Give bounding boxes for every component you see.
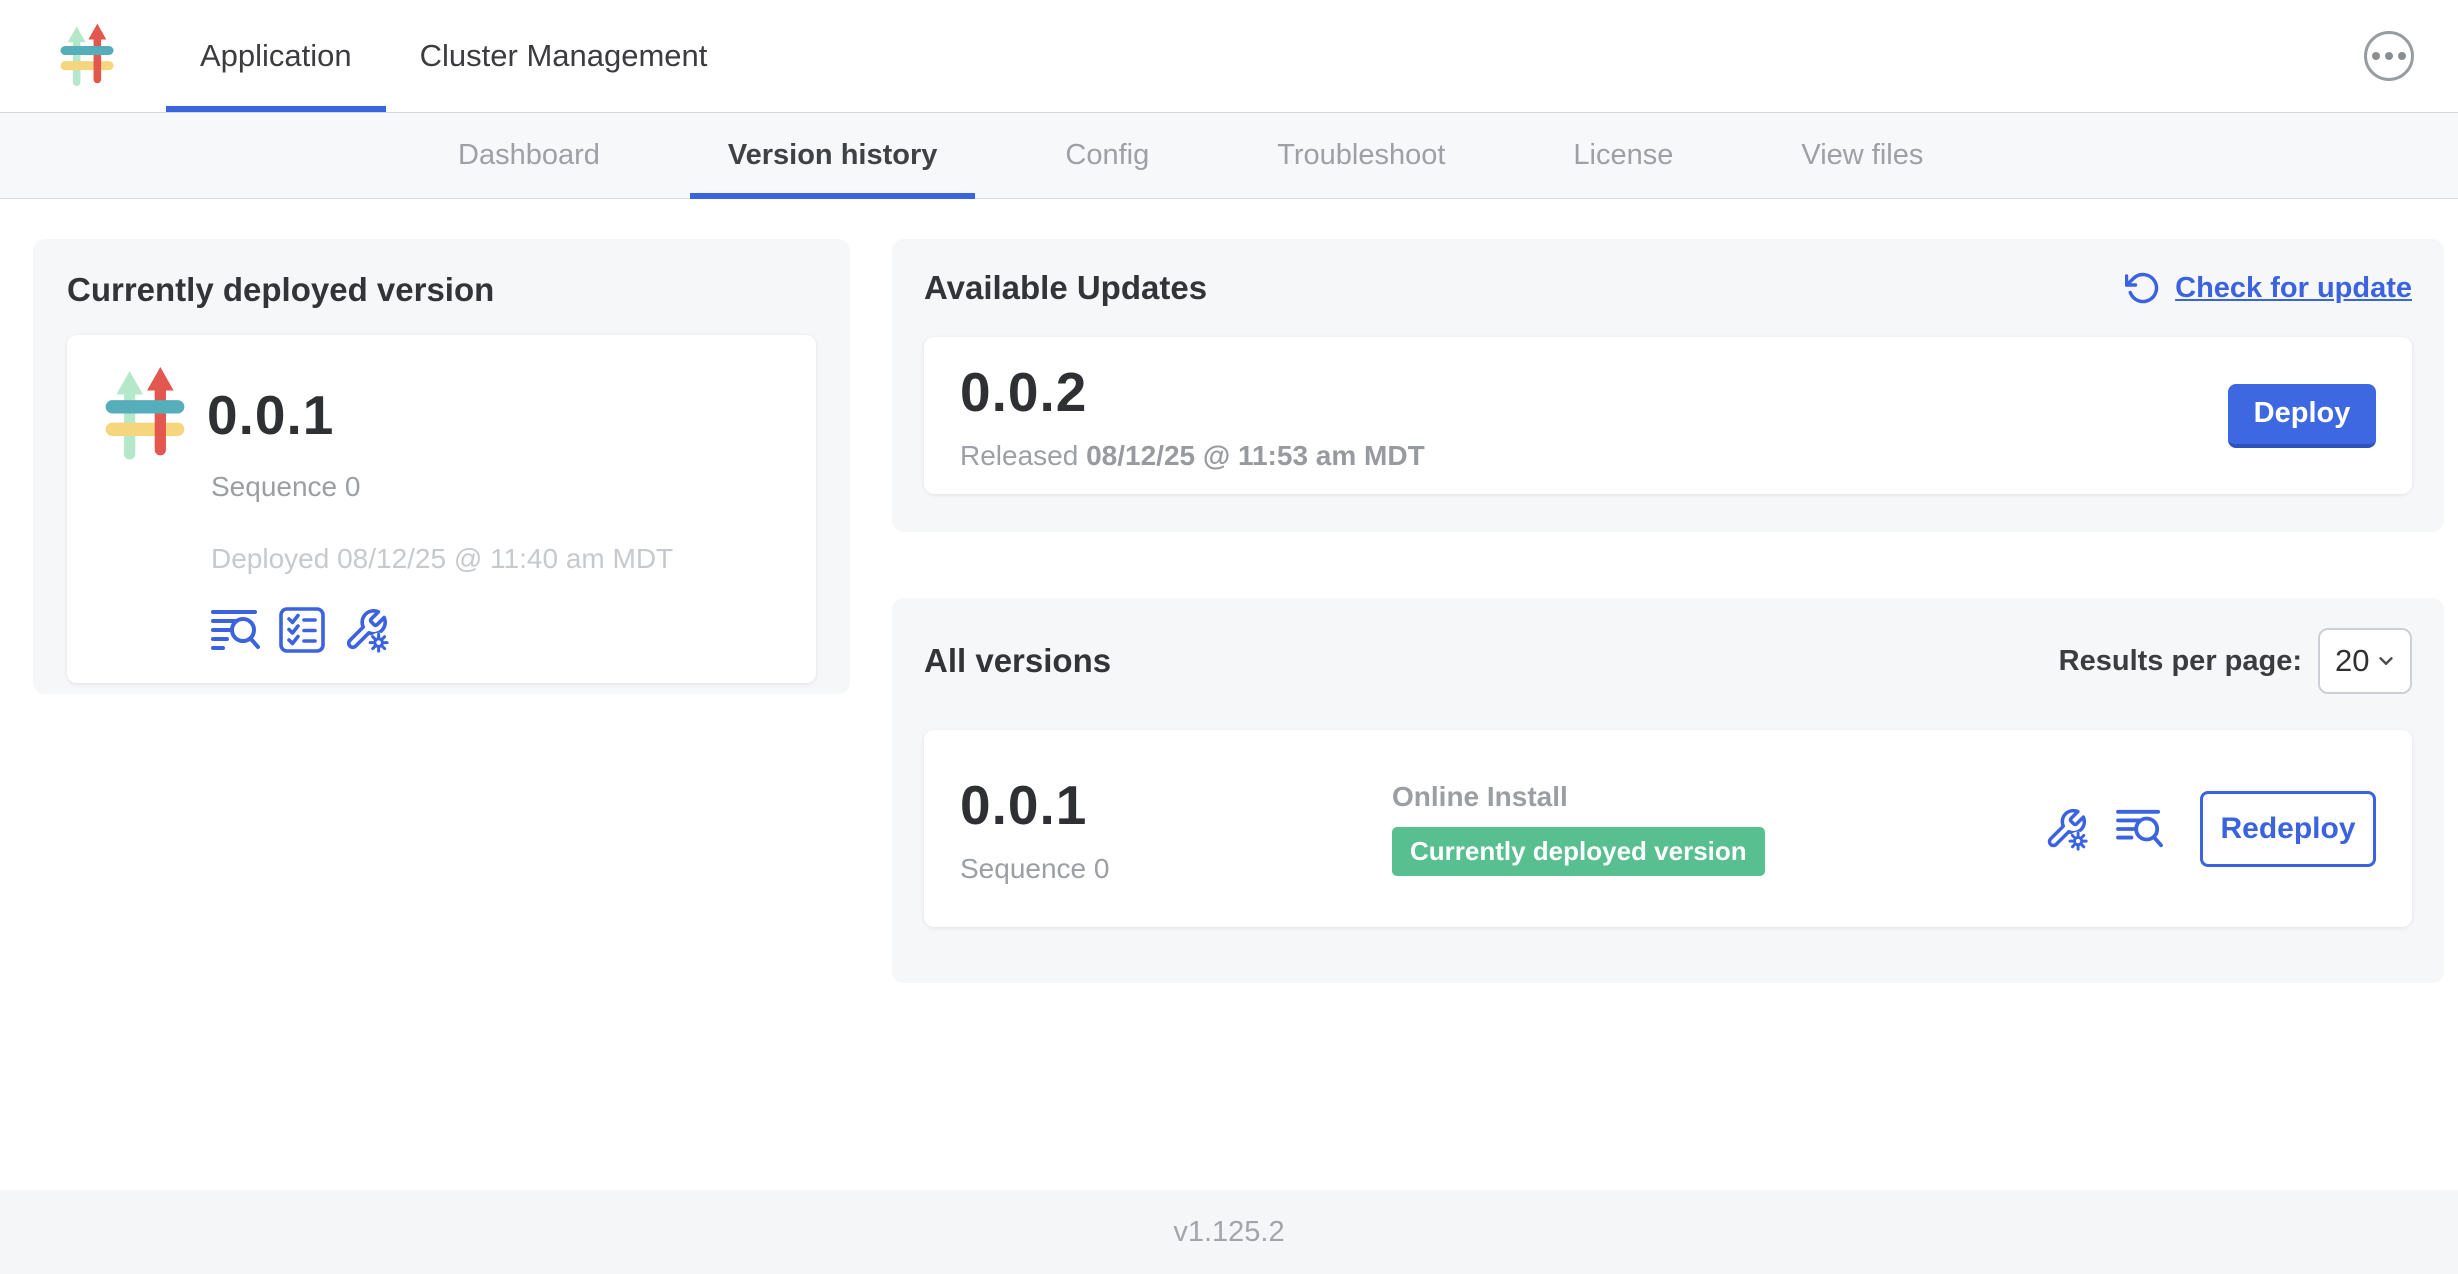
subnav-tab-troubleshoot[interactable]: Troubleshoot — [1239, 113, 1483, 198]
update-released-line: Released 08/12/25 @ 11:53 am MDT — [960, 440, 1425, 472]
all-versions-title: All versions — [924, 642, 1111, 680]
version-row: 0.0.1 Sequence 0 Online Install Currentl… — [924, 730, 2412, 927]
config-wrench-icon — [2044, 807, 2088, 851]
tab-application[interactable]: Application — [166, 0, 386, 112]
subnav-label: Troubleshoot — [1277, 139, 1445, 172]
currently-deployed-badge: Currently deployed version — [1392, 827, 1765, 876]
chevron-down-icon — [2375, 650, 2397, 672]
deployed-card-title: Currently deployed version — [67, 271, 816, 309]
view-logs-icon — [211, 608, 261, 652]
ellipsis-menu-button[interactable] — [2364, 31, 2414, 81]
redeploy-button[interactable]: Redeploy — [2200, 791, 2376, 867]
tab-cluster-management-label: Cluster Management — [420, 38, 708, 74]
released-timestamp: 08/12/25 @ 11:53 am MDT — [1086, 440, 1425, 471]
config-wrench-button[interactable] — [2044, 807, 2088, 851]
console-version-label: v1.125.2 — [1173, 1216, 1284, 1249]
deploy-button[interactable]: Deploy — [2228, 384, 2376, 448]
app-logo — [56, 0, 118, 112]
available-updates-card: Available Updates Check for update 0.0.2… — [892, 239, 2444, 532]
deployed-timestamp: Deployed 08/12/25 @ 11:40 am MDT — [211, 543, 784, 575]
results-per-page-select[interactable]: 20 — [2318, 628, 2412, 694]
app-footer: v1.125.2 — [0, 1190, 2458, 1274]
right-column: Available Updates Check for update 0.0.2… — [892, 239, 2444, 983]
check-for-update-link[interactable]: Check for update — [2125, 270, 2412, 306]
subnav-tab-config[interactable]: Config — [1027, 113, 1187, 198]
subnav-tab-dashboard[interactable]: Dashboard — [420, 113, 638, 198]
app-logo-icon — [99, 363, 191, 467]
row-install-type: Online Install — [1392, 781, 1765, 813]
app-logo-icon — [56, 20, 118, 92]
deployed-sequence: Sequence 0 — [211, 471, 784, 503]
ellipsis-dot — [2398, 52, 2406, 60]
update-version-number: 0.0.2 — [960, 360, 1425, 424]
deployed-version-number: 0.0.1 — [207, 383, 334, 447]
tab-application-label: Application — [200, 38, 352, 74]
deployed-version-panel: 0.0.1 Sequence 0 Deployed 08/12/25 @ 11:… — [67, 335, 816, 683]
tab-cluster-management[interactable]: Cluster Management — [386, 0, 742, 112]
view-logs-button[interactable] — [2116, 808, 2164, 850]
refresh-icon — [2125, 270, 2161, 306]
subnav-tab-license[interactable]: License — [1535, 113, 1711, 198]
top-header: Application Cluster Management — [0, 0, 2458, 113]
results-per-page-label: Results per page: — [2059, 645, 2302, 678]
preflight-checks-icon — [279, 607, 325, 653]
view-logs-icon — [2116, 808, 2164, 850]
available-updates-title: Available Updates — [924, 269, 1207, 307]
subnav-label: View files — [1801, 139, 1923, 172]
preflight-checks-button[interactable] — [279, 607, 325, 653]
row-version-number: 0.0.1 — [960, 773, 1392, 837]
subnav-label: Config — [1065, 139, 1149, 172]
subnav-tab-view-files[interactable]: View files — [1763, 113, 1961, 198]
subnav-label: Version history — [728, 139, 938, 172]
app-subnav: Dashboard Version history Config Trouble… — [0, 113, 2458, 199]
subnav-label: License — [1573, 139, 1673, 172]
currently-deployed-card: Currently deployed version 0.0.1 Sequenc… — [33, 239, 850, 694]
released-label: Released — [960, 440, 1078, 471]
view-logs-button[interactable] — [211, 608, 261, 652]
ellipsis-dot — [2372, 52, 2380, 60]
header-spacer — [741, 0, 2364, 112]
row-sequence: Sequence 0 — [960, 853, 1392, 885]
subnav-label: Dashboard — [458, 139, 600, 172]
ellipsis-dot — [2385, 52, 2393, 60]
config-wrench-icon — [343, 607, 389, 653]
results-per-page-value: 20 — [2335, 643, 2369, 679]
top-nav: Application Cluster Management — [166, 0, 741, 112]
check-for-update-label: Check for update — [2175, 272, 2412, 305]
all-versions-card: All versions Results per page: 20 0.0.1 … — [892, 598, 2444, 983]
config-wrench-button[interactable] — [343, 607, 389, 653]
subnav-tab-version-history[interactable]: Version history — [690, 113, 976, 198]
update-row: 0.0.2 Released 08/12/25 @ 11:53 am MDT D… — [924, 337, 2412, 494]
main-content: Currently deployed version 0.0.1 Sequenc… — [0, 199, 2458, 1190]
